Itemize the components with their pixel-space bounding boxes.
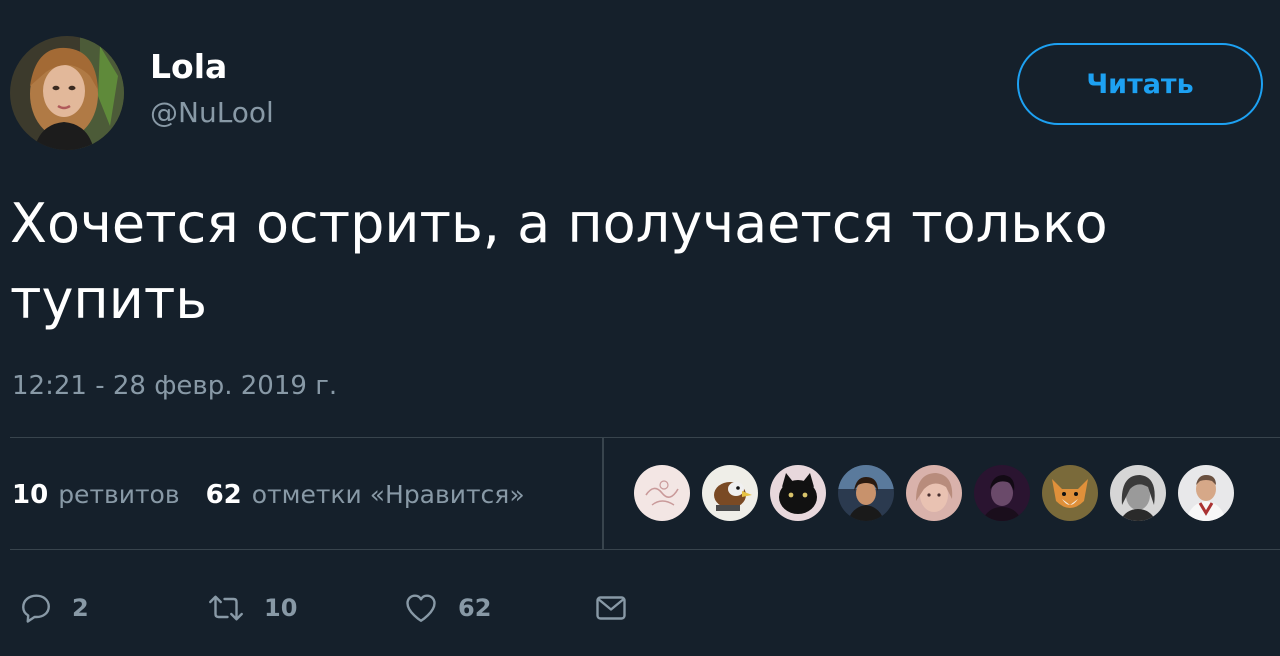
- liker-avatar-man[interactable]: [974, 465, 1030, 521]
- like-action[interactable]: 62: [402, 590, 592, 626]
- liker-avatar-cat[interactable]: [770, 465, 826, 521]
- retweet-icon: [206, 590, 246, 626]
- direct-message-action[interactable]: [592, 590, 630, 626]
- liker-avatar-person[interactable]: [838, 465, 894, 521]
- likes-stat-label: отметки «Нравится»: [251, 480, 525, 509]
- reply-icon: [18, 590, 54, 626]
- reply-action[interactable]: 2: [18, 590, 206, 626]
- stats-separator: [602, 438, 604, 549]
- retweets-stat[interactable]: 10 ретвитов: [12, 480, 180, 510]
- author-display-name[interactable]: Lola: [150, 47, 274, 87]
- divider-bottom: [10, 549, 1280, 550]
- reply-count: 2: [72, 594, 89, 622]
- tweet-text-line2: тупить: [10, 268, 208, 331]
- liker-avatar-doctor[interactable]: [1178, 465, 1234, 521]
- liker-avatar-bird[interactable]: [702, 465, 758, 521]
- tweet-actions: 2 10 62: [18, 584, 630, 632]
- liker-avatar-sketch[interactable]: [634, 465, 690, 521]
- liker-avatar-fox[interactable]: [1042, 465, 1098, 521]
- author-handle[interactable]: @NuLool: [150, 95, 274, 131]
- retweets-stat-count: 10: [12, 480, 49, 510]
- envelope-icon: [592, 590, 630, 626]
- follow-button[interactable]: Читать: [1017, 43, 1263, 125]
- tweet-header: Lola @NuLool: [10, 35, 274, 150]
- tweet-card: Lola @NuLool Читать Хочется острить, а п…: [0, 0, 1280, 656]
- retweet-action[interactable]: 10: [206, 590, 402, 626]
- liker-avatar-woman[interactable]: [1110, 465, 1166, 521]
- like-count: 62: [458, 594, 492, 622]
- likes-stat[interactable]: 62 отметки «Нравится»: [206, 480, 525, 510]
- author-avatar[interactable]: [10, 35, 124, 150]
- retweets-stat-label: ретвитов: [58, 480, 180, 509]
- tweet-stats: 10 ретвитов 62 отметки «Нравится»: [12, 470, 525, 520]
- liker-avatar-girl[interactable]: [906, 465, 962, 521]
- tweet-text-line1: Хочется острить, а получается только: [10, 192, 1108, 255]
- tweet-text: Хочется острить, а получается только тупи…: [10, 186, 1250, 338]
- retweet-count: 10: [264, 594, 298, 622]
- likers-avatars: [634, 465, 1246, 523]
- tweet-timestamp[interactable]: 12:21 - 28 февр. 2019 г.: [12, 366, 337, 406]
- heart-icon: [402, 590, 440, 626]
- author-names: Lola @NuLool: [150, 47, 274, 131]
- divider-top: [10, 437, 1280, 438]
- likes-stat-count: 62: [205, 480, 242, 510]
